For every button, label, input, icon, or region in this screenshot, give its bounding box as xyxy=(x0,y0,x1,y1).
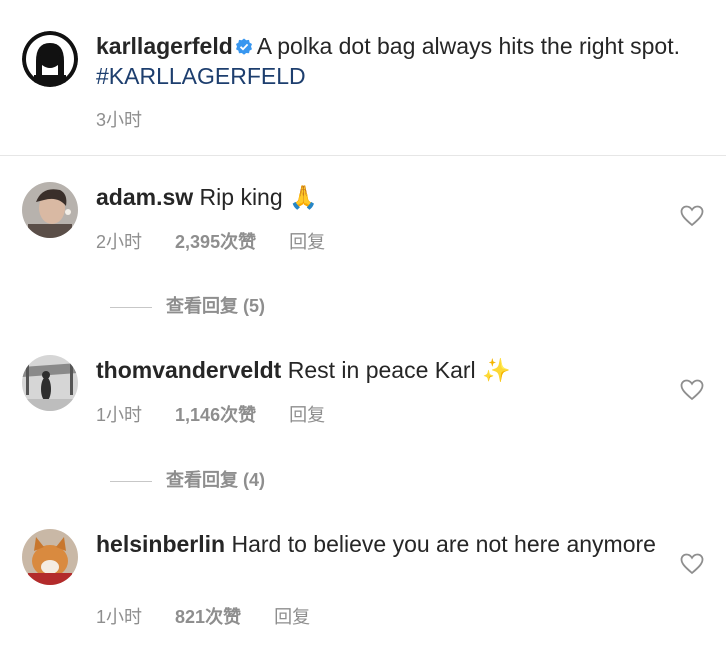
comment-username[interactable]: thomvanderveldt xyxy=(96,357,281,383)
comment-text: helsinberlin Hard to believe you are not… xyxy=(96,529,656,559)
post-header: karllagerfeld A polka dot bag always hits… xyxy=(0,0,726,155)
reply-button[interactable]: 回复 xyxy=(289,232,325,252)
comment-time: 1小时 xyxy=(96,607,143,627)
heart-outline-icon[interactable] xyxy=(680,205,704,227)
pray-emoji: 🙏 xyxy=(289,184,318,210)
comment-likes[interactable]: 2,395次赞 xyxy=(175,232,256,252)
comment-username[interactable]: adam.sw xyxy=(96,184,193,210)
reply-button[interactable]: 回复 xyxy=(289,405,325,425)
replies-line xyxy=(110,306,152,308)
view-replies-label: 查看回复 (4) xyxy=(166,470,265,490)
comment-text: thomvanderveldt Rest in peace Karl ✨ xyxy=(96,355,656,385)
view-replies-label: 查看回复 (5) xyxy=(166,296,265,316)
karl-avatar[interactable] xyxy=(22,31,78,87)
comment-time: 1小时 xyxy=(96,405,143,425)
comment-avatar[interactable] xyxy=(22,529,78,585)
verified-badge-icon xyxy=(235,38,252,55)
comment-meta: 1小时 821次赞 回复 xyxy=(96,603,310,629)
heart-outline-icon[interactable] xyxy=(680,379,704,401)
post-username[interactable]: karllagerfeld xyxy=(96,33,233,59)
post-caption-text: A polka dot bag always hits the right sp… xyxy=(256,33,680,59)
view-replies-button[interactable]: 查看回复 (5) xyxy=(110,292,265,318)
comment-likes[interactable]: 821次赞 xyxy=(175,607,241,627)
comment-body: Rest in peace Karl xyxy=(287,357,476,383)
replies-line xyxy=(110,480,152,482)
comment-avatar[interactable] xyxy=(22,355,78,411)
comment-body: Rip king xyxy=(199,184,283,210)
comment-body: Hard to believe you are not here anymore xyxy=(231,531,656,557)
comment-meta: 2小时 2,395次赞 回复 xyxy=(96,228,325,254)
post-time: 3小时 xyxy=(96,110,143,130)
comment-text: adam.sw Rip king 🙏 xyxy=(96,182,656,212)
comment-avatar[interactable] xyxy=(22,182,78,238)
post-caption: karllagerfeld A polka dot bag always hits… xyxy=(96,31,696,91)
comment-time: 2小时 xyxy=(96,232,143,252)
comment-likes[interactable]: 1,146次赞 xyxy=(175,405,256,425)
reply-button[interactable]: 回复 xyxy=(274,607,310,627)
heart-outline-icon[interactable] xyxy=(680,553,704,575)
sparkles-emoji: ✨ xyxy=(482,357,511,383)
comment-meta: 1小时 1,146次赞 回复 xyxy=(96,401,325,427)
post-hashtag[interactable]: #KARLLAGERFELD xyxy=(96,63,306,89)
comment-username[interactable]: helsinberlin xyxy=(96,531,225,557)
view-replies-button[interactable]: 查看回复 (4) xyxy=(110,466,265,492)
divider xyxy=(0,155,726,156)
